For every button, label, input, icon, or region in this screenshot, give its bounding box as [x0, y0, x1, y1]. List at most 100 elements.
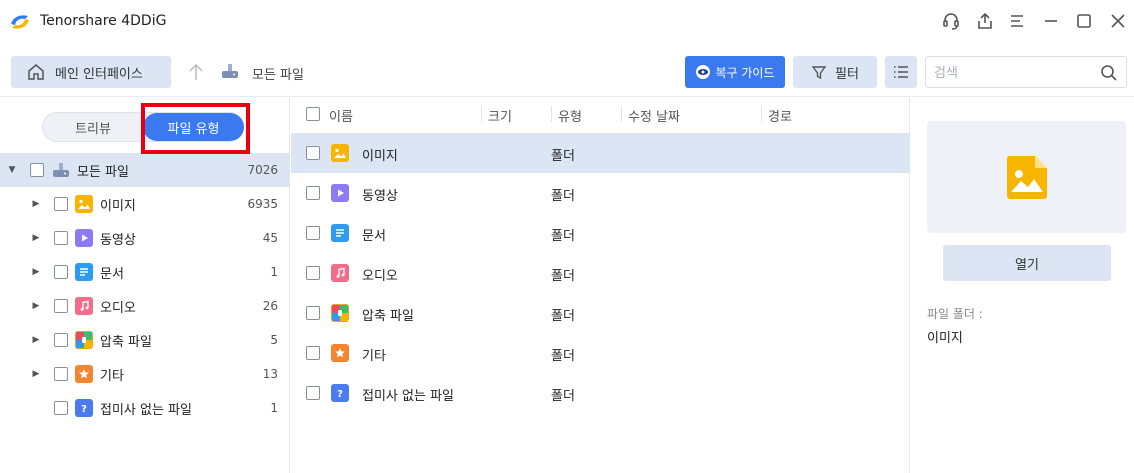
row-checkbox[interactable] [306, 346, 320, 360]
column-divider[interactable] [551, 106, 552, 122]
row-name: 이미지 [362, 149, 398, 164]
list-view-button[interactable] [885, 56, 917, 88]
title-bar: Tenorshare 4DDiG [0, 0, 1134, 44]
table-row[interactable]: 이미지 폴더 [291, 133, 910, 173]
app-title: Tenorshare 4DDiG [40, 13, 167, 29]
column-type[interactable]: 유형 [558, 106, 582, 125]
expand-caret-icon[interactable]: ▶ [31, 233, 41, 243]
tree-item[interactable]: ▶ 문서 1 [0, 255, 290, 289]
svg-text:?: ? [81, 404, 87, 415]
share-icon[interactable] [974, 10, 996, 32]
drive-icon [222, 64, 238, 78]
column-divider[interactable] [621, 106, 622, 122]
row-checkbox[interactable] [306, 146, 320, 160]
view-toggle: 트리뷰 파일 유형 [42, 112, 244, 142]
expand-caret-icon[interactable]: ▶ [31, 267, 41, 277]
list-header: 이름 크기 유형 수정 날짜 경로 [291, 97, 910, 131]
svg-text:?: ? [337, 389, 343, 400]
tree-item-count: 5 [270, 333, 278, 347]
table-row[interactable]: 기타 폴더 [291, 333, 910, 373]
tree-item[interactable]: ▶ 동영상 45 [0, 221, 290, 255]
tab-tree-view[interactable]: 트리뷰 [43, 113, 143, 141]
table-row[interactable]: 압축 파일 폴더 [291, 293, 910, 333]
checkbox[interactable] [54, 367, 68, 381]
table-row[interactable]: ? 접미사 없는 파일 폴더 [291, 373, 910, 413]
search-box [925, 56, 1127, 88]
tree-item-count: 13 [262, 367, 278, 381]
audio-icon [75, 297, 93, 315]
tree-item[interactable]: ▶ 기타 13 [0, 357, 290, 391]
other-icon [75, 365, 93, 383]
expand-caret-icon[interactable]: ▶ [31, 335, 41, 345]
row-checkbox[interactable] [306, 186, 320, 200]
tree-item[interactable]: ▶ 오디오 26 [0, 289, 290, 323]
image-icon [1006, 156, 1047, 199]
column-name[interactable]: 이름 [329, 106, 353, 125]
support-headset-icon[interactable] [940, 10, 962, 32]
tree-item-label: 이미지 [100, 198, 136, 214]
breadcrumb[interactable]: 모든 파일 [252, 64, 304, 83]
search-input[interactable] [934, 63, 1094, 83]
image-icon [75, 195, 93, 213]
tree-item-all-files[interactable]: ▼ 모든 파일 7026 [0, 153, 290, 187]
image-icon [331, 144, 349, 162]
checkbox[interactable] [54, 265, 68, 279]
row-name: 동영상 [362, 189, 398, 204]
preview-panel: 열기 파일 폴더 : 이미지 [911, 96, 1134, 473]
select-all-checkbox[interactable] [306, 107, 320, 121]
expand-caret-icon[interactable]: ▶ [31, 199, 41, 209]
row-name: 접미사 없는 파일 [362, 389, 454, 404]
checkbox[interactable] [30, 163, 44, 177]
home-button-label: 메인 인터페이스 [55, 66, 143, 82]
tab-file-type[interactable]: 파일 유형 [143, 113, 244, 141]
document-icon [331, 224, 349, 242]
guide-eye-icon [696, 65, 711, 79]
table-row[interactable]: 동영상 폴더 [291, 173, 910, 213]
column-divider[interactable] [481, 106, 482, 122]
collapse-caret-icon[interactable]: ▼ [7, 165, 17, 175]
minimize-icon[interactable] [1040, 10, 1062, 32]
table-row[interactable]: 문서 폴더 [291, 213, 910, 253]
row-type: 폴더 [551, 309, 575, 324]
recovery-guide-label: 복구 가이드 [715, 65, 775, 80]
close-icon[interactable] [1107, 10, 1129, 32]
tree-item[interactable]: ▶ 압축 파일 5 [0, 323, 290, 357]
maximize-icon[interactable] [1073, 10, 1095, 32]
menu-icon[interactable] [1006, 10, 1028, 32]
tree-item-count: 26 [262, 299, 278, 313]
archive-icon [331, 304, 349, 322]
checkbox[interactable] [54, 299, 68, 313]
table-row[interactable]: 오디오 폴더 [291, 253, 910, 293]
search-icon[interactable] [1100, 64, 1118, 82]
column-divider[interactable] [761, 106, 762, 122]
recovery-guide-button[interactable]: 복구 가이드 [685, 56, 785, 88]
tree-item-label: 모든 파일 [77, 164, 129, 180]
row-name: 기타 [362, 349, 386, 364]
home-button[interactable]: 메인 인터페이스 [11, 56, 171, 88]
checkbox[interactable] [54, 197, 68, 211]
filter-button[interactable]: 필터 [793, 56, 877, 88]
tree-item[interactable]: ? 접미사 없는 파일 1 [0, 391, 290, 425]
column-path[interactable]: 경로 [768, 106, 792, 125]
tree-item[interactable]: ▶ 이미지 6935 [0, 187, 290, 221]
row-checkbox[interactable] [306, 386, 320, 400]
expand-caret-icon[interactable]: ▶ [31, 369, 41, 379]
row-checkbox[interactable] [306, 266, 320, 280]
open-button[interactable]: 열기 [943, 245, 1111, 281]
checkbox[interactable] [54, 401, 68, 415]
up-arrow-icon[interactable] [186, 61, 206, 83]
checkbox[interactable] [54, 231, 68, 245]
tree-item-count: 45 [262, 231, 278, 245]
checkbox[interactable] [54, 333, 68, 347]
row-name: 오디오 [362, 269, 398, 284]
tree-item-label: 동영상 [100, 232, 136, 248]
list-view-icon [894, 66, 908, 78]
tree-item-label: 접미사 없는 파일 [100, 402, 192, 418]
expand-caret-icon[interactable]: ▶ [31, 301, 41, 311]
audio-icon [331, 264, 349, 282]
row-checkbox[interactable] [306, 306, 320, 320]
column-size[interactable]: 크기 [488, 106, 512, 125]
video-icon [75, 229, 93, 247]
column-modified[interactable]: 수정 날짜 [628, 106, 680, 125]
row-checkbox[interactable] [306, 226, 320, 240]
